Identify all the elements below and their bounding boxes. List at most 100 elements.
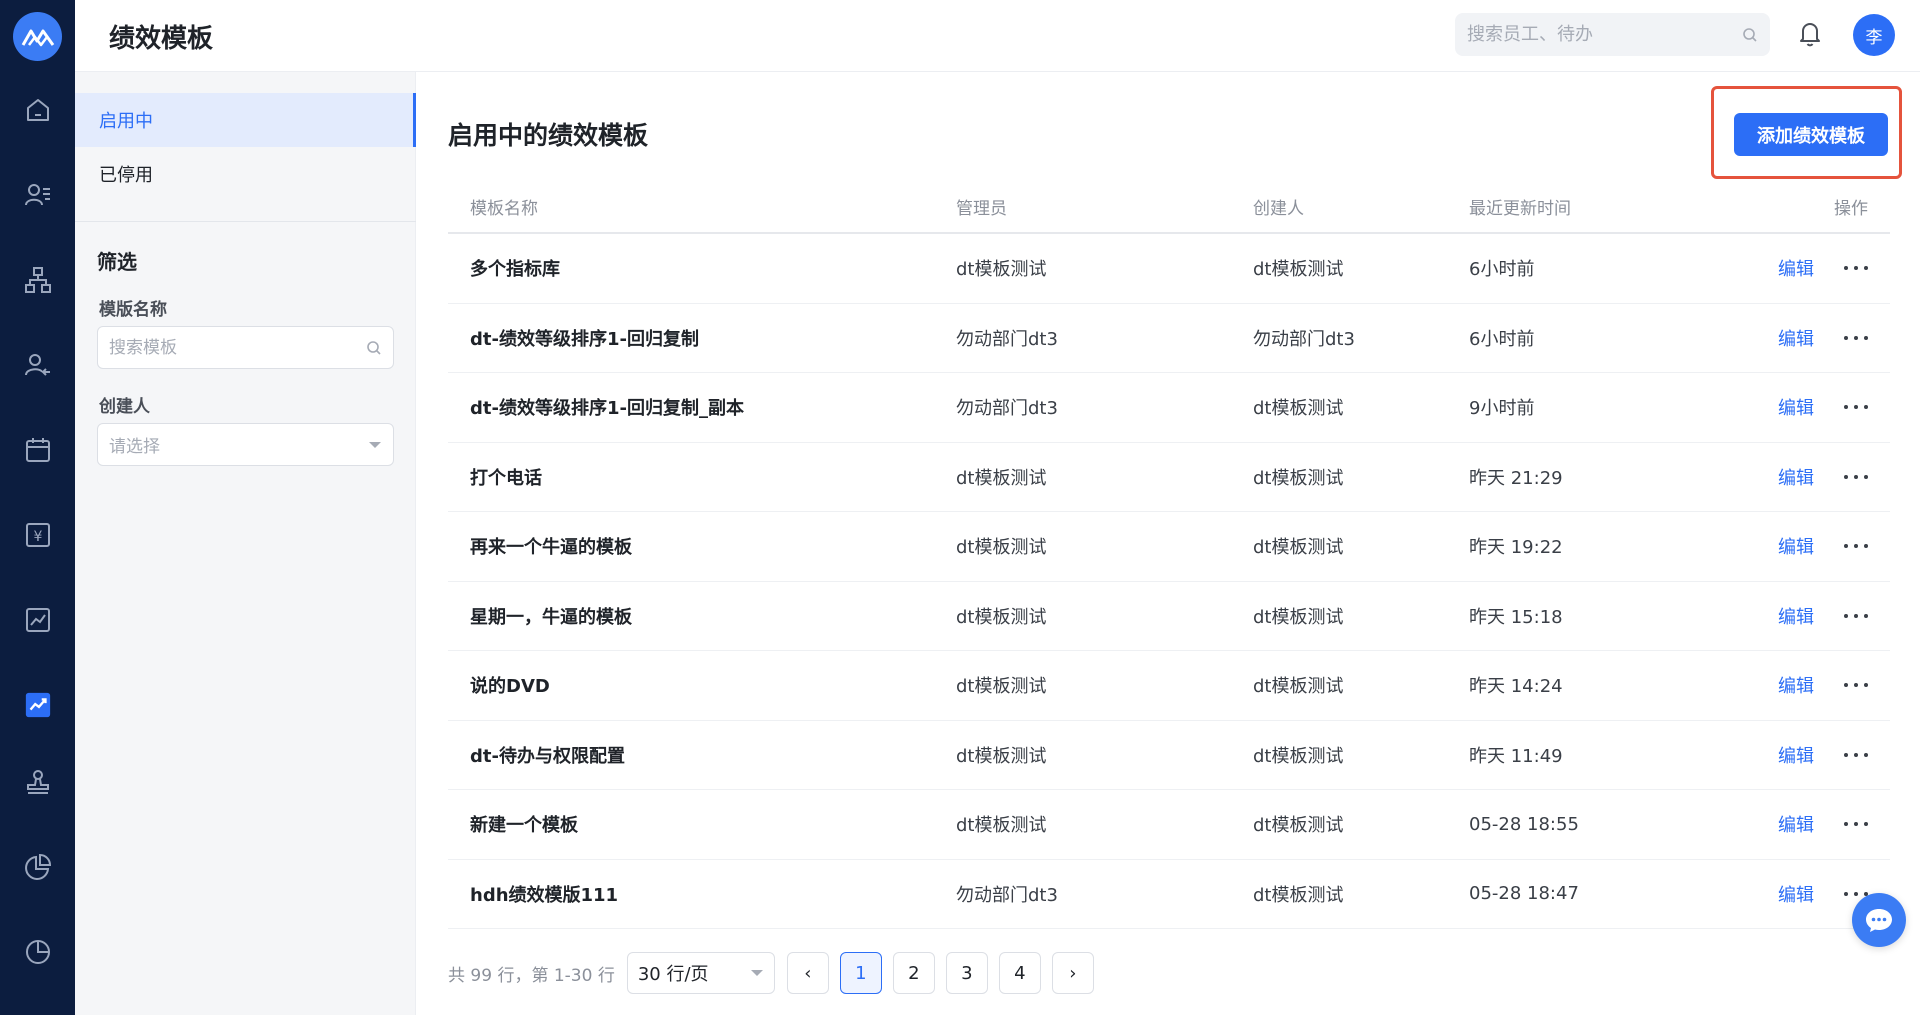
stamp-icon[interactable]: [19, 763, 56, 800]
creator-cell: dt模板测试: [1253, 815, 1344, 837]
admin-cell: 勿动部门dt3: [956, 884, 1058, 906]
template-name-cell: 说的DVD: [470, 676, 550, 698]
actions-cell: 编辑: [1743, 811, 1890, 837]
more-icon[interactable]: [1844, 258, 1868, 278]
edit-link[interactable]: 编辑: [1778, 881, 1814, 907]
calendar-icon[interactable]: [19, 431, 56, 468]
admin-cell: 勿动部门dt3: [956, 328, 1058, 350]
sidebar-divider: [75, 221, 416, 222]
table-row[interactable]: 打个电话 dt模板测试 dt模板测试 昨天 21:29 编辑: [448, 443, 1890, 512]
updated-cell: 6小时前: [1469, 328, 1535, 350]
template-table: 模板名称 管理员 创建人 最近更新时间 操作 多个指标库 dt模板测试 dt模板测试…: [448, 180, 1890, 929]
col-actions: 操作: [1834, 198, 1868, 219]
template-name-cell: 星期一，牛逼的模板: [470, 606, 632, 628]
table-row[interactable]: dt-绩效等级排序1-回归复制_副本 勿动部门dt3 dt模板测试 9小时前 编辑: [448, 373, 1890, 443]
updated-cell: 05-28 18:55: [1469, 813, 1579, 835]
page-button-1[interactable]: 1: [839, 952, 882, 994]
table-row[interactable]: 说的DVD dt模板测试 dt模板测试 昨天 14:24 编辑: [448, 651, 1890, 721]
admin-cell: dt模板测试: [956, 259, 1047, 281]
template-search-input[interactable]: [109, 337, 366, 358]
admin-cell: dt模板测试: [956, 745, 1047, 767]
edit-link[interactable]: 编辑: [1778, 533, 1814, 559]
creator-cell: dt模板测试: [1253, 676, 1344, 698]
template-name-cell: dt-绩效等级排序1-回归复制: [470, 328, 699, 350]
table-row[interactable]: 多个指标库 dt模板测试 dt模板测试 6小时前 编辑: [448, 234, 1890, 304]
template-name-cell: 新建一个模板: [470, 815, 578, 837]
analytics-icon[interactable]: [19, 933, 56, 970]
global-search-input[interactable]: [1467, 24, 1742, 45]
template-name-cell: dt-待办与权限配置: [470, 745, 625, 767]
search-icon[interactable]: [1742, 27, 1758, 43]
creator-label: 创建人: [99, 397, 150, 417]
more-icon[interactable]: [1844, 467, 1868, 487]
more-icon[interactable]: [1844, 675, 1868, 695]
updated-cell: 昨天 21:29: [1469, 467, 1563, 489]
report-icon[interactable]: [19, 601, 56, 638]
main-nav: ¥: [0, 0, 75, 1015]
updated-cell: 昨天 11:49: [1469, 745, 1563, 767]
template-name-field[interactable]: [97, 326, 394, 369]
bell-icon[interactable]: [1795, 18, 1825, 48]
creator-select-placeholder: 请选择: [109, 437, 160, 457]
admin-cell: dt模板测试: [956, 676, 1047, 698]
home-icon[interactable]: [19, 91, 56, 128]
edit-link[interactable]: 编辑: [1778, 811, 1814, 837]
avatar[interactable]: 李: [1853, 14, 1895, 56]
svg-text:¥: ¥: [33, 529, 42, 545]
col-template-name: 模板名称: [470, 198, 538, 219]
table-row[interactable]: dt-绩效等级排序1-回归复制 勿动部门dt3 勿动部门dt3 6小时前 编辑: [448, 304, 1890, 373]
logo-icon[interactable]: [13, 12, 62, 61]
add-template-button[interactable]: 添加绩效模板: [1734, 113, 1888, 156]
caret-down-icon: [750, 970, 763, 976]
table-row[interactable]: hdh绩效模版111 勿动部门dt3 dt模板测试 05-28 18:47 编辑: [448, 860, 1890, 929]
page-button-2[interactable]: 2: [892, 952, 935, 994]
creator-cell: dt模板测试: [1253, 467, 1344, 489]
filter-title: 筛选: [97, 250, 137, 274]
prev-page-button[interactable]: ‹: [786, 952, 829, 994]
search-icon: [367, 340, 381, 355]
pie-chart-icon[interactable]: [19, 848, 56, 885]
page-button-4[interactable]: 4: [998, 952, 1041, 994]
sidebar-item-disabled[interactable]: 已停用: [75, 147, 416, 201]
chat-icon[interactable]: [1852, 893, 1906, 947]
template-name-cell: 再来一个牛逼的模板: [470, 537, 632, 559]
next-page-button[interactable]: ›: [1051, 952, 1094, 994]
table-row[interactable]: 星期一，牛逼的模板 dt模板测试 dt模板测试 昨天 15:18 编辑: [448, 582, 1890, 651]
creator-cell: dt模板测试: [1253, 259, 1344, 281]
edit-link[interactable]: 编辑: [1778, 742, 1814, 768]
template-name-label: 模版名称: [99, 300, 167, 320]
edit-link[interactable]: 编辑: [1778, 325, 1814, 351]
salary-icon[interactable]: ¥: [19, 516, 56, 553]
updated-cell: 05-28 18:47: [1469, 883, 1579, 905]
edit-link[interactable]: 编辑: [1778, 672, 1814, 698]
table-row[interactable]: dt-待办与权限配置 dt模板测试 dt模板测试 昨天 11:49 编辑: [448, 721, 1890, 790]
page-size-select[interactable]: 30 行/页: [626, 952, 775, 994]
global-search[interactable]: [1455, 13, 1770, 56]
creator-select[interactable]: 请选择: [97, 423, 394, 466]
sidebar-item-enabled[interactable]: 启用中: [75, 93, 416, 147]
employee-list-icon[interactable]: [19, 176, 56, 213]
page-button-3[interactable]: 3: [945, 952, 988, 994]
actions-cell: 编辑: [1743, 394, 1890, 420]
performance-icon[interactable]: [19, 686, 56, 723]
more-icon[interactable]: [1844, 814, 1868, 834]
template-name-cell: dt-绩效等级排序1-回归复制_副本: [470, 398, 744, 420]
more-icon[interactable]: [1844, 606, 1868, 626]
more-icon[interactable]: [1844, 397, 1868, 417]
edit-link[interactable]: 编辑: [1778, 255, 1814, 281]
edit-link[interactable]: 编辑: [1778, 394, 1814, 420]
updated-cell: 昨天 15:18: [1469, 606, 1563, 628]
table-row[interactable]: 再来一个牛逼的模板 dt模板测试 dt模板测试 昨天 19:22 编辑: [448, 512, 1890, 582]
col-admin: 管理员: [956, 198, 1007, 219]
user-leave-icon[interactable]: [19, 346, 56, 383]
more-icon[interactable]: [1844, 536, 1868, 556]
pagination: 共 99 行，第 1-30 行 30 行/页 ‹ 1 2 3 4 ›: [448, 952, 1105, 994]
edit-link[interactable]: 编辑: [1778, 464, 1814, 490]
table-row[interactable]: 新建一个模板 dt模板测试 dt模板测试 05-28 18:55 编辑: [448, 790, 1890, 860]
more-icon[interactable]: [1844, 745, 1868, 765]
org-chart-icon[interactable]: [19, 261, 56, 298]
actions-cell: 编辑: [1743, 325, 1890, 351]
more-icon[interactable]: [1844, 328, 1868, 348]
creator-cell: dt模板测试: [1253, 745, 1344, 767]
edit-link[interactable]: 编辑: [1778, 603, 1814, 629]
